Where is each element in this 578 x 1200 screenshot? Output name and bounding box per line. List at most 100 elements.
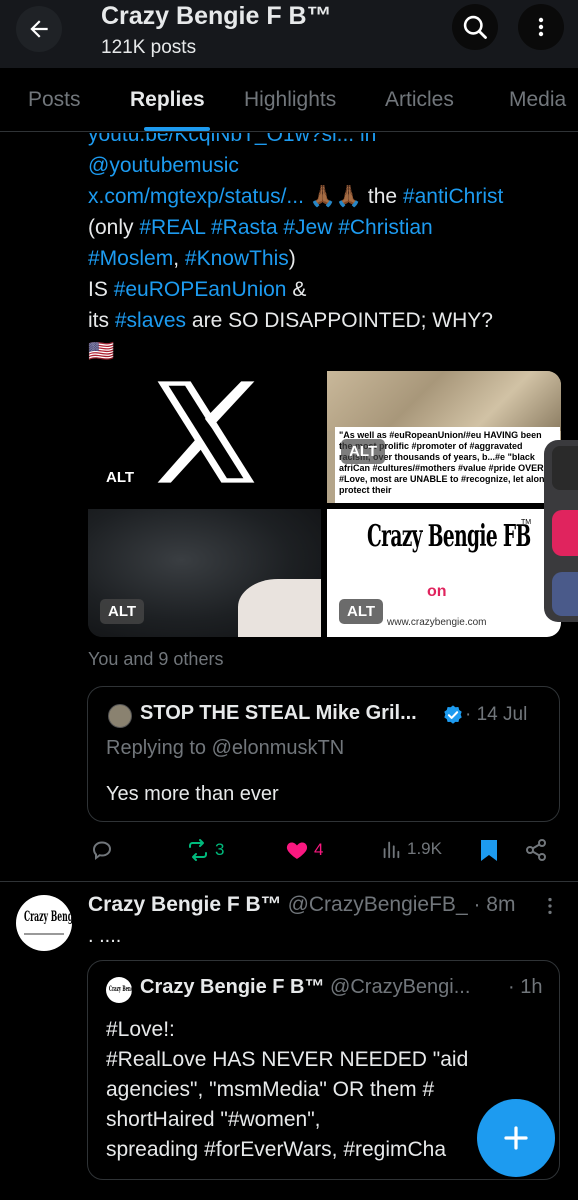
quote-line: agencies", "msmMedia" OR them # [106,1078,435,1101]
more-vertical-icon [538,17,544,37]
media-image-4[interactable]: Crazy Bengie FB on TM www.crazybengie.co… [327,509,561,637]
tweet-more-button[interactable] [543,895,557,922]
tab-replies[interactable]: Replies [130,88,205,112]
quote-handle: @CrazyBengi... [330,976,471,998]
text: & [292,278,307,301]
tab-posts[interactable]: Posts [28,88,81,112]
emoji: 🙏🏾🙏🏾 [309,185,363,208]
quote-author: STOP THE STEAL Mike Gril... [140,702,417,724]
media-image-3[interactable]: ALT [88,509,321,637]
avatar-logo-text: Crazy Bengie FB [24,909,72,925]
mention[interactable]: @youtubemusic [88,154,239,177]
hashtag[interactable]: #KnowThis [185,247,289,270]
tweet-text: . .... [88,925,122,947]
repost-count: 3 [215,840,225,859]
photo-light-area [238,579,321,637]
quoted-tweet[interactable]: STOP THE STEAL Mike Gril... · 14 Jul Rep… [87,686,560,822]
hashtag[interactable]: #slaves [115,309,186,332]
back-button[interactable] [16,6,62,52]
text: the [367,185,398,208]
back-arrow-icon [30,20,48,38]
tab-media[interactable]: Media [509,88,566,112]
edge-panel-item[interactable] [552,510,578,556]
repost-icon [189,839,207,861]
avatar: Crazy Bengie FB [106,977,132,1003]
view-count: 1.9K [407,839,442,858]
heart-icon [286,842,308,859]
profile-tabs: Posts Replies Highlights Articles Media [0,68,578,132]
quote-text: Yes more than ever [106,783,279,805]
alt-badge[interactable]: ALT [100,599,145,624]
more-options-button[interactable] [518,4,564,50]
media-image-1[interactable]: ALT [88,371,321,503]
avatar-logo-line [24,933,64,935]
search-button[interactable] [452,4,498,50]
plus-icon [504,1126,528,1150]
tab-articles[interactable]: Articles [385,88,454,112]
logo-text: Crazy Bengie FB [367,519,531,554]
link[interactable]: x.com/mgtexp/status/... [88,185,304,208]
tweet-text: youtu.be/KcqiNbT_O1w?si... in @youtubemu… [88,133,568,367]
verified-icon [444,705,462,724]
edge-panel[interactable] [544,440,578,622]
bookmark-icon [481,840,497,861]
social-context[interactable]: You and 9 others [88,649,223,670]
quote-author: Crazy Bengie F B™ [140,976,325,998]
bookmark-button[interactable] [478,838,500,862]
repost-button[interactable]: 3 [186,838,224,862]
quote-header: Crazy Bengie F B™ @CrazyBengi... [140,976,470,999]
profile-header: Crazy Bengie F B™ 121K posts [0,0,578,68]
text: IS [88,278,108,301]
share-button[interactable] [524,838,548,862]
reply-icon [92,841,112,861]
logo-on: on [427,583,447,600]
tweet-header: Crazy Bengie F B™ @CrazyBengieFB_ · 8m [88,893,515,917]
author-name[interactable]: Crazy Bengie F B™ [88,893,282,916]
flag-emoji: 🇺🇸 [88,340,115,363]
share-icon [526,839,546,861]
search-icon [463,15,487,39]
text: ) [288,247,296,270]
hashtag[interactable]: #Moslem [88,247,173,270]
hashtag[interactable]: #REAL #Rasta #Jew #Christian [139,216,432,239]
logo-url: www.crazybengie.com [387,617,487,628]
tweet-actions: 3 4 1.9K [0,838,578,868]
quote-time: · 1h [508,976,543,998]
hashtag[interactable]: #euROPEanUnion [114,278,287,301]
compose-button[interactable] [477,1099,555,1177]
link[interactable]: youtu.be/KcqiNbT_O1w?si... in [88,133,376,146]
tab-highlights[interactable]: Highlights [244,88,336,112]
photo-background [327,371,561,431]
tweet-divider [0,881,578,882]
media-image-2[interactable]: "As well as #euRopeanUnion/#eu HAVING be… [327,371,561,503]
avatar[interactable]: Crazy Bengie FB [16,895,72,951]
tweet-body-clip: youtu.be/KcqiNbT_O1w?si... in @youtubemu… [0,133,578,373]
alt-badge[interactable]: ALT [339,599,384,624]
alt-badge[interactable]: ALT [98,465,142,490]
views-button[interactable]: 1.9K [380,838,442,860]
reply-button[interactable] [90,838,114,862]
quote-time: · 14 Jul [465,704,528,725]
x-logo-icon [157,381,255,483]
alt-badge[interactable]: ALT [341,439,386,464]
text: are SO DISAPPOINTED; WHY? [191,309,493,332]
views-icon [383,841,400,859]
active-tab-indicator [144,127,210,131]
text: its [88,309,109,332]
text: , [173,247,180,270]
post-count: 121K posts [101,37,197,58]
avatar [108,704,132,728]
text: (only [88,216,134,239]
quote-line: #RealLove HAS NEVER NEEDED "aid [106,1048,469,1071]
like-count: 4 [314,840,324,859]
edge-panel-item[interactable] [552,572,578,616]
tweet-time: · 8m [473,893,516,916]
author-handle[interactable]: @CrazyBengieFB_ [288,893,468,916]
hashtag[interactable]: #antiChrist [403,185,503,208]
profile-name: Crazy Bengie F B™ [101,2,332,30]
quote-line: #Love!: [106,1018,175,1041]
like-button[interactable]: 4 [285,838,323,862]
replying-to[interactable]: Replying to @elonmuskTN [106,737,344,760]
more-vertical-icon [548,897,552,915]
edge-panel-item[interactable] [552,446,578,490]
